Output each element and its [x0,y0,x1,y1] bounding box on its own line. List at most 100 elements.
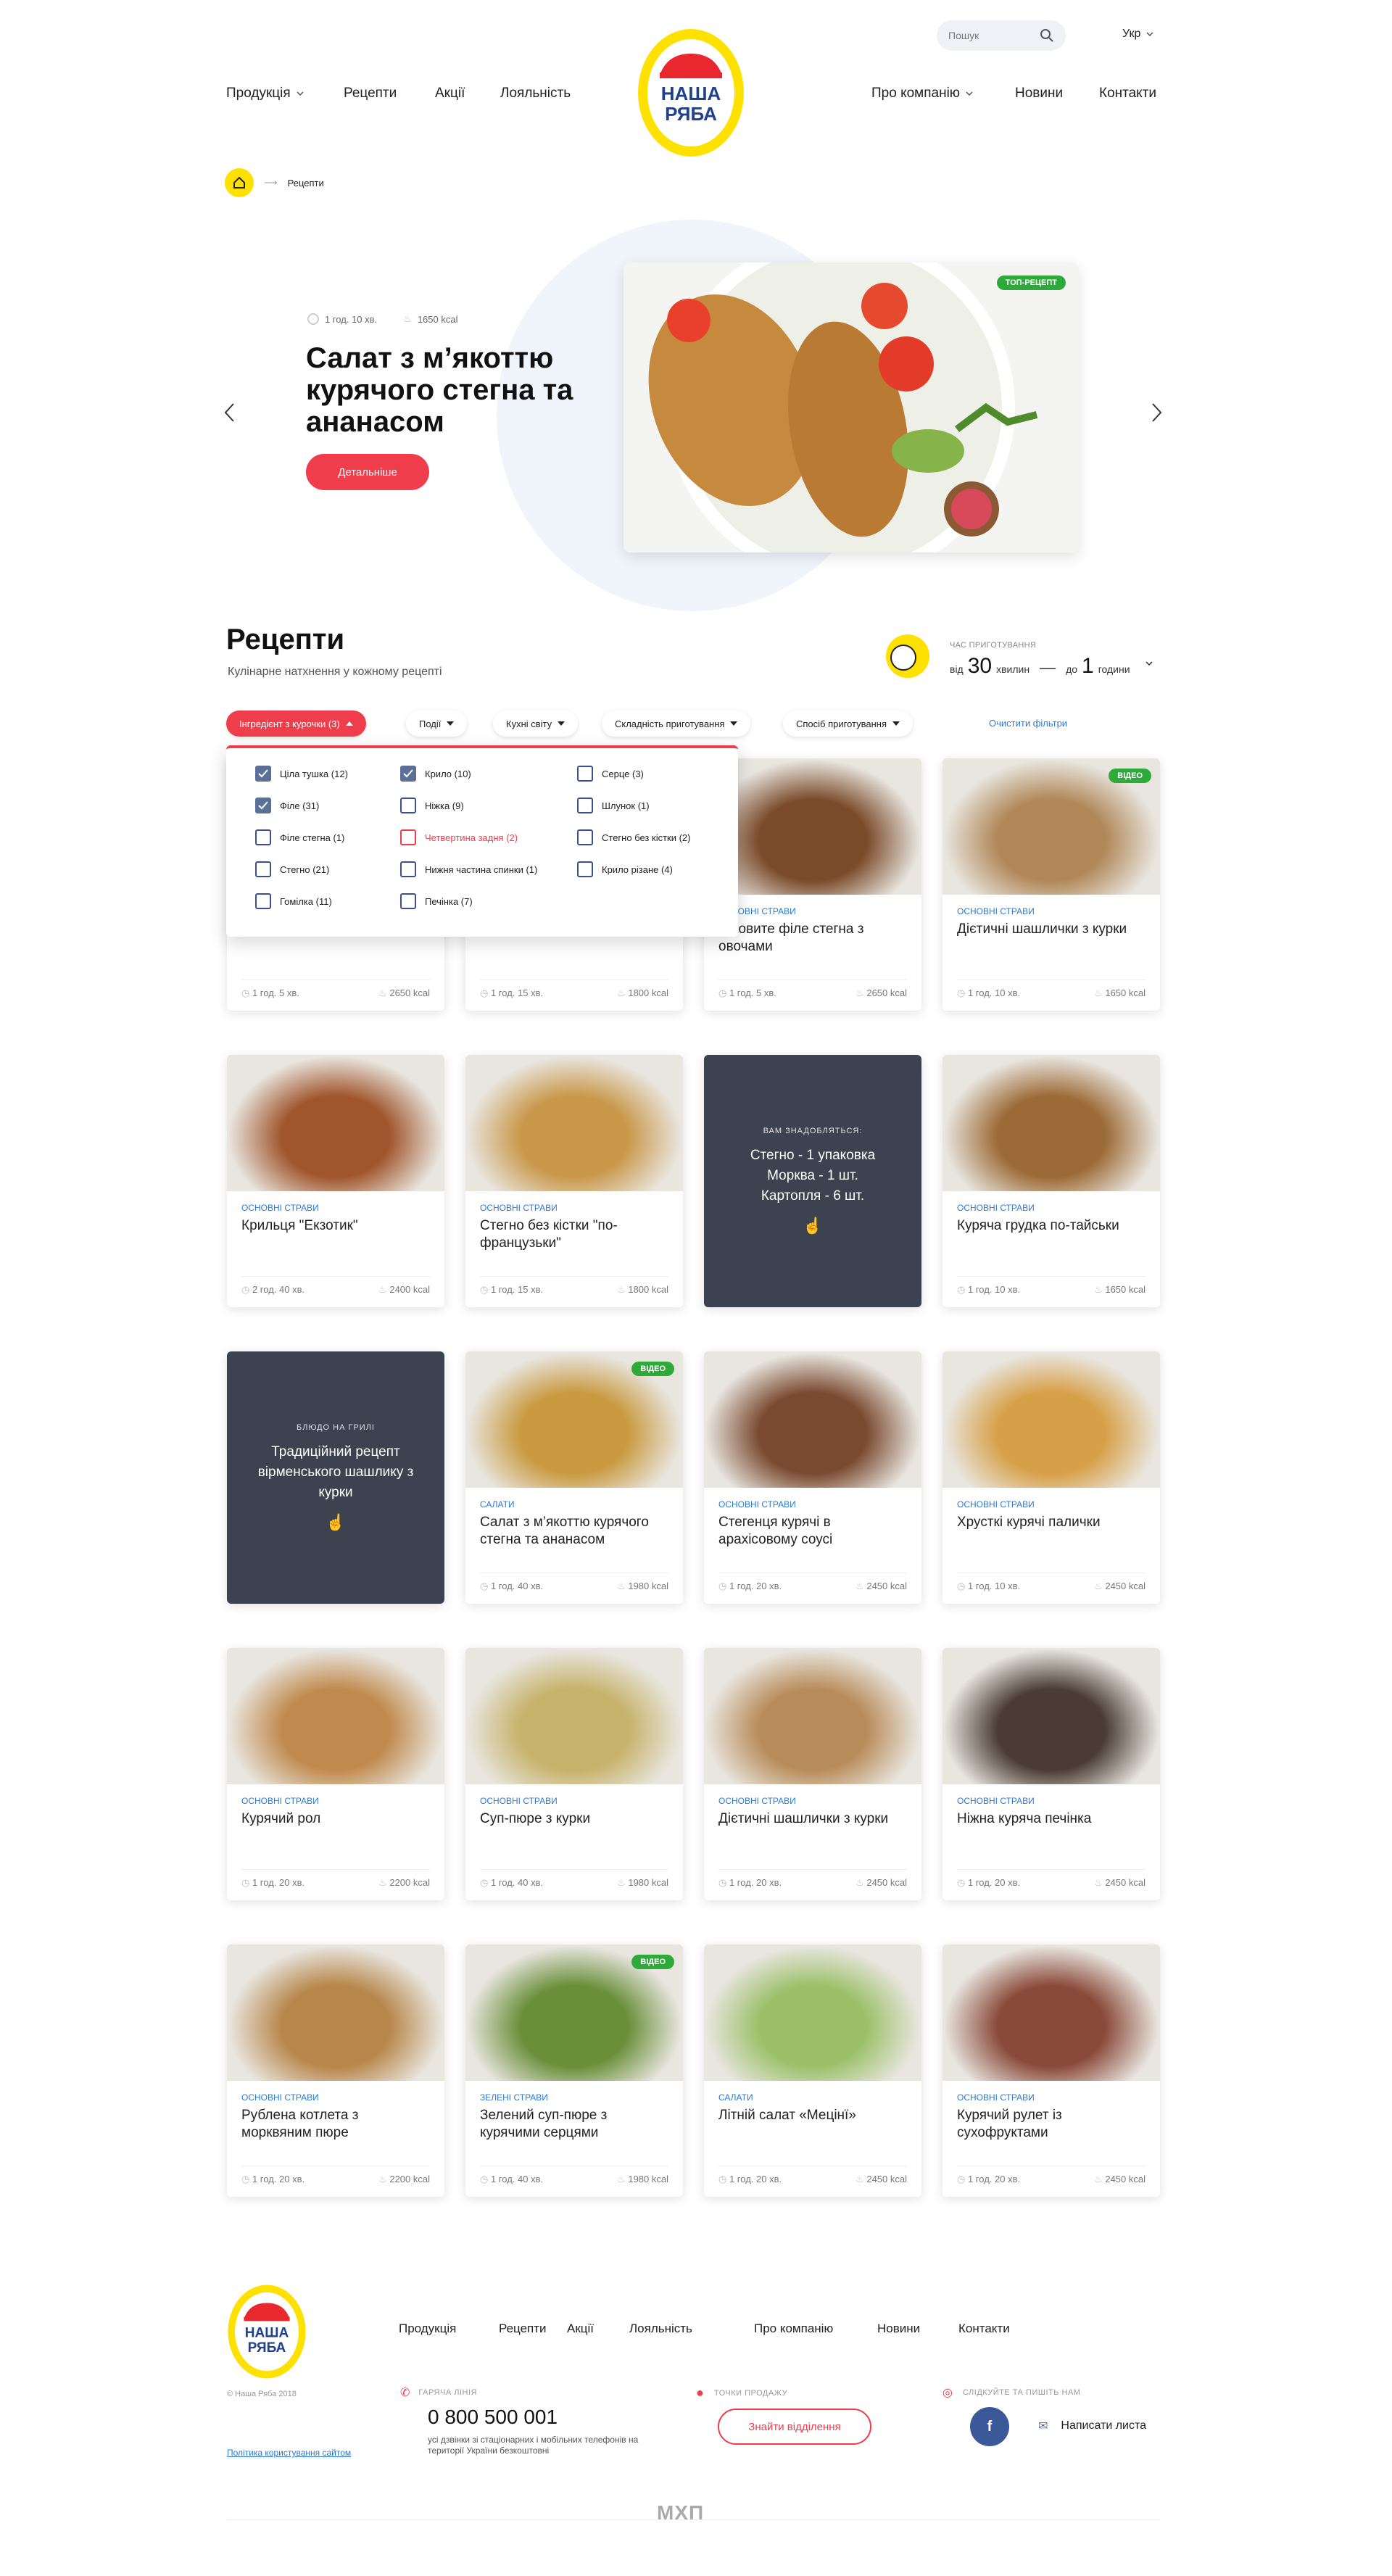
ingredient-option[interactable]: Стегно без кістки (2) [577,829,690,845]
ingredient-option[interactable]: Ніжка (9) [400,798,464,813]
filter-cuisines[interactable]: Кухні світу [493,711,579,737]
recipe-card[interactable]: ОСНОВНІ СТРАВИ Хрусткі курячі палички ◷ 1 … [942,1351,1160,1604]
checkbox[interactable] [400,766,416,782]
recipe-name[interactable]: …ковите філе стегна з овочами [718,921,908,956]
checkbox[interactable] [577,798,593,813]
checkbox[interactable] [255,829,271,845]
recipe-name[interactable]: Крильця "Екзотик" [241,1217,431,1235]
recipe-card[interactable]: ВІДЕО ЗЕЛЕНІ СТРАВИ Зелений суп-пюре з кур… [465,1945,683,2197]
footer-nav-item[interactable]: Про компанію [754,2322,833,2336]
recipe-card[interactable]: ОСНОВНІ СТРАВИ Суп-пюре з курки ◷ 1 год. 4… [465,1648,683,1900]
recipe-image[interactable] [227,1055,444,1191]
recipe-name[interactable]: Хрусткі курячі палички [957,1514,1147,1531]
recipe-name[interactable]: Літній салат «Мецінї» [718,2107,908,2124]
home-icon[interactable] [225,168,254,197]
filter-ingredient[interactable]: Інгредієнт з курочки (3) [226,711,366,737]
footer-brand-logo[interactable]: НАША РЯБА [227,2284,307,2380]
recipe-card[interactable]: ОСНОВНІ СТРАВИ Дієтичні шашлички з курки ◷… [704,1648,921,1900]
recipe-name[interactable]: Зелений суп-пюре з курячими серцями [480,2107,670,2142]
recipe-card[interactable]: ВІДЕО САЛАТИ Салат з м’якоттю курячого сте… [465,1351,683,1604]
facebook-icon[interactable]: f [970,2407,1009,2446]
recipe-image[interactable] [704,1648,921,1784]
recipe-name[interactable]: Стегенця курячі в арахісовому соусі [718,1514,908,1549]
hero-details-button[interactable]: Детальніше [306,454,429,490]
hotline-phone[interactable]: 0 800 500 001 [428,2406,558,2429]
recipe-card[interactable]: БЛЮДО НА ГРИЛІ Традиційний рецепт вірменс… [227,1351,444,1604]
checkbox[interactable] [400,829,416,845]
write-letter-link[interactable]: ✉ Написати листа [1038,2419,1146,2433]
ingredient-option[interactable]: Крило (10) [400,766,471,782]
ingredient-option[interactable]: Крило різане (4) [577,861,673,877]
search-icon[interactable] [1040,28,1054,43]
recipe-name[interactable]: Рублена котлета з морквяним пюре [241,2107,431,2142]
checkbox[interactable] [400,861,416,877]
ingredient-option[interactable]: Шлунок (1) [577,798,650,813]
recipe-card[interactable]: ОСНОВНІ СТРАВИ Курячий рулет із сухофрукт… [942,1945,1160,2197]
recipe-card[interactable]: ОСНОВНІ СТРАВИ Стегенця курячі в арахісов… [704,1351,921,1604]
recipe-name[interactable]: Салат з м’якоттю курячого стегна та анан… [480,1514,670,1549]
recipe-image[interactable] [704,1945,921,2081]
recipe-name[interactable]: Дієтичні шашлички з курки [718,1810,908,1828]
recipe-card[interactable]: ОСНОВНІ СТРАВИ Рублена котлета з морквяни… [227,1945,444,2197]
brand-logo[interactable]: НАША РЯБА [637,28,745,158]
recipe-image[interactable] [227,1945,444,2081]
footer-policy-link[interactable]: Політика користування сайтом [227,2448,351,2458]
recipe-card[interactable]: ВАМ ЗНАДОБЛЯТЬСЯ: Стегно - 1 упаковка Морк… [704,1055,921,1307]
checkbox[interactable] [577,861,593,877]
nav-about[interactable]: Про компанію [871,86,973,102]
recipe-image[interactable] [704,1351,921,1488]
filter-events[interactable]: Події [406,711,468,737]
recipe-name[interactable]: Куряча грудка по-тайськи [957,1217,1147,1235]
footer-nav-item[interactable]: Рецепти [499,2322,547,2336]
checkbox[interactable] [255,893,271,909]
chevron-down-icon[interactable] [1146,661,1153,666]
recipe-name[interactable]: Дієтичні шашлички з курки [957,921,1147,938]
checkbox[interactable] [255,861,271,877]
nav-news[interactable]: Новини [1015,86,1063,102]
clear-filters-link[interactable]: Очистити фільтри [989,718,1067,729]
ingredient-option[interactable]: Нижня частина спинки (1) [400,861,537,877]
recipe-image[interactable] [942,1945,1160,2081]
search-input[interactable] [948,30,1028,41]
filter-difficulty[interactable]: Складність приготування [602,711,751,737]
checkbox[interactable] [255,766,271,782]
ingredient-option[interactable]: Гомілка (11) [255,893,332,909]
recipe-card[interactable]: ОСНОВНІ СТРАВИ Курячий рол ◷ 1 год. 20 хв.… [227,1648,444,1900]
recipe-card[interactable]: ВІДЕО ОСНОВНІ СТРАВИ Дієтичні шашлички з к… [942,758,1160,1011]
recipe-name[interactable]: Суп-пюре з курки [480,1810,670,1828]
footer-nav-item[interactable]: Продукція [399,2322,456,2336]
time-filter-value[interactable]: від 30 хвилин — до 1 години [950,654,1130,679]
footer-nav-item[interactable]: Акції [567,2322,594,2336]
checkbox[interactable] [577,829,593,845]
recipe-name[interactable]: Курячий рулет із сухофруктами [957,2107,1147,2142]
recipe-image[interactable] [942,1055,1160,1191]
recipe-card[interactable]: ОСНОВНІ СТРАВИ Куряча грудка по-тайськи ◷ … [942,1055,1160,1307]
nav-contacts[interactable]: Контакти [1099,86,1156,102]
ingredient-option[interactable]: Четвертина задня (2) [400,829,518,845]
hero-image[interactable]: ТОП-РЕЦЕПТ [624,262,1079,552]
checkbox[interactable] [400,798,416,813]
recipe-image[interactable] [942,1351,1160,1488]
footer-nav-item[interactable]: Новини [877,2322,920,2336]
filter-method[interactable]: Спосіб приготування [783,711,914,737]
recipe-card[interactable]: САЛАТИ Літній салат «Мецінї» ◷ 1 год. 20 х… [704,1945,921,2197]
ingredient-option[interactable]: Філе стегна (1) [255,829,344,845]
nav-promotions[interactable]: Акції [435,86,465,102]
ingredient-option[interactable]: Серце (3) [577,766,644,782]
recipe-image[interactable] [465,1055,683,1191]
nav-loyalty[interactable]: Лояльність [500,86,571,102]
maker-logo[interactable]: МХП [657,2501,704,2525]
ingredient-option[interactable]: Філе (31) [255,798,319,813]
recipe-card[interactable]: ОСНОВНІ СТРАВИ Стегно без кістки "по-фран… [465,1055,683,1307]
recipe-image[interactable] [227,1648,444,1784]
nav-products[interactable]: Продукція [226,86,304,102]
recipe-name[interactable]: Курячий рол [241,1810,431,1828]
checkbox[interactable] [255,798,271,813]
ingredient-option[interactable]: Ціла тушка (12) [255,766,348,782]
carousel-next-arrow-icon[interactable] [1151,402,1163,423]
search-box[interactable] [937,20,1066,51]
language-select[interactable]: Укр [1122,28,1153,41]
ingredient-option[interactable]: Печінка (7) [400,893,473,909]
recipe-image[interactable] [465,1648,683,1784]
ingredient-option[interactable]: Стегно (21) [255,861,329,877]
